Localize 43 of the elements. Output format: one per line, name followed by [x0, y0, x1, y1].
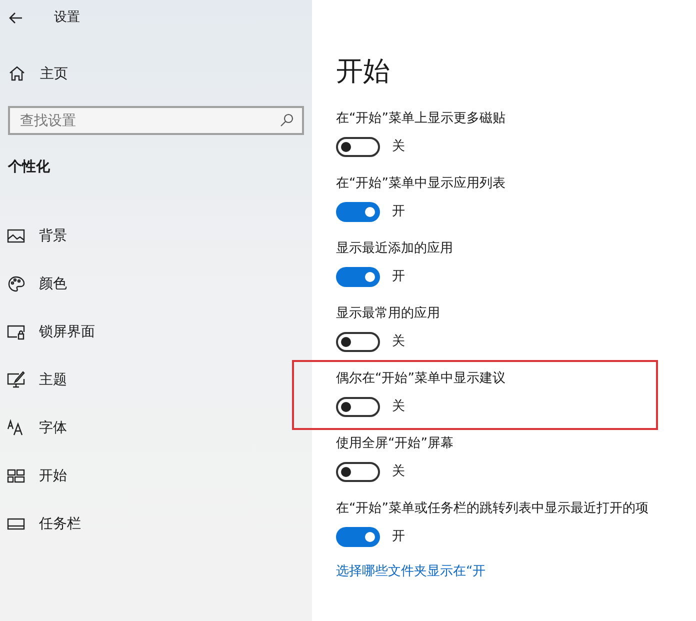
lock-screen-icon [7, 323, 25, 341]
toggle-switch[interactable] [336, 267, 380, 287]
nav-item[interactable]: 锁屏界面 [0, 308, 312, 356]
toggle-switch[interactable] [336, 332, 380, 352]
toggle-switch[interactable] [336, 137, 380, 157]
search-icon [280, 113, 294, 127]
search-field[interactable]: 查找设置 [8, 106, 304, 135]
brush-monitor-icon [7, 371, 25, 389]
folders-link[interactable]: 选择哪些文件夹显示在“开 [336, 562, 486, 582]
setting-label: 使用全屏“开始”屏幕 [336, 435, 454, 453]
toggle-state-text: 开 [392, 268, 405, 286]
toggle-state-text: 关 [392, 463, 405, 482]
font-icon [7, 419, 25, 437]
back-arrow-icon [9, 12, 23, 24]
palette-icon [7, 275, 25, 293]
page-title: 开始 [336, 55, 390, 89]
nav-item[interactable]: 字体 [0, 404, 312, 452]
toggle-state-text: 关 [392, 333, 405, 352]
home-nav-item[interactable]: 主页 [0, 52, 312, 96]
toggle-switch[interactable] [336, 462, 380, 482]
toggle-switch[interactable] [336, 527, 380, 547]
nav-item[interactable]: 颜色 [0, 260, 312, 308]
setting-label: 在“开始”菜单中显示应用列表 [336, 175, 506, 193]
toggle-state-text: 关 [392, 138, 405, 156]
setting-label: 在“开始”菜单上显示更多磁贴 [336, 110, 506, 128]
window-title: 设置 [54, 9, 80, 28]
setting-label: 显示最近添加的应用 [336, 240, 453, 258]
section-heading: 个性化 [6, 158, 51, 177]
toggle-state-text: 开 [392, 203, 405, 222]
tiles-icon [7, 467, 25, 485]
nav-item[interactable]: 开始 [0, 452, 312, 500]
image-icon [7, 227, 25, 245]
toggle-switch[interactable] [336, 397, 380, 417]
home-icon [8, 65, 26, 83]
toggle-state-text: 开 [392, 528, 405, 546]
setting-label: 在“开始”菜单或任务栏的跳转列表中显示最近打开的项 [336, 500, 648, 518]
nav-item[interactable]: 背景 [0, 212, 312, 260]
toggle-switch[interactable] [336, 202, 380, 222]
setting-label: 显示最常用的应用 [336, 305, 440, 323]
nav-item[interactable]: 主题 [0, 356, 312, 404]
toggle-state-text: 关 [392, 398, 405, 416]
nav-item[interactable]: 任务栏 [0, 500, 312, 548]
setting-label: 偶尔在“开始”菜单中显示建议 [336, 370, 506, 388]
